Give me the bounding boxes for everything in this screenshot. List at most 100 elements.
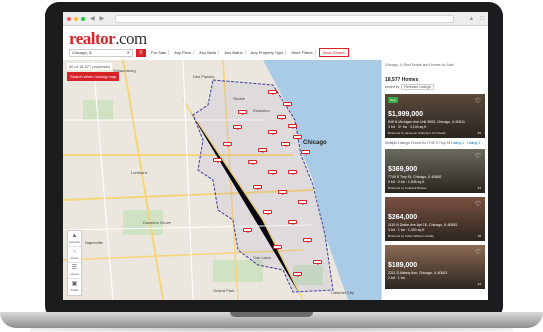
- listing-pin[interactable]: [213, 158, 222, 163]
- listing-pin[interactable]: [313, 260, 322, 265]
- laptop-notch: [230, 312, 313, 317]
- save-search-button[interactable]: Save Search: [318, 48, 350, 57]
- listing-pin[interactable]: [268, 90, 277, 95]
- listing-meta: 2 bd · 1 ba: [388, 276, 405, 280]
- listing-price: $264,000: [388, 214, 418, 221]
- listing-price: $1,999,000: [388, 111, 424, 118]
- filter-property-type[interactable]: Any Property Type: [249, 50, 287, 55]
- listing-pin[interactable]: [277, 115, 286, 120]
- listing-address: 7740 S Troy St, Chicago, IL 60652: [388, 175, 442, 179]
- clear-icon[interactable]: ✕: [127, 50, 130, 55]
- place-label: Evanston: [253, 108, 270, 113]
- heart-icon[interactable]: ♡: [475, 97, 481, 105]
- listing-address: 2211 S Albany Ave, Chicago, IL 60623: [388, 271, 448, 275]
- map-view[interactable]: 50 of 18,577 properties Search when movi…: [63, 60, 381, 300]
- place-label: Des Plaines: [193, 74, 215, 79]
- minimize-window-button[interactable]: [74, 16, 78, 21]
- realtor-logo[interactable]: realtor.com: [69, 30, 482, 47]
- place-label: Schaumburg: [113, 68, 136, 73]
- listing-meta: 4 bd · 2 ba · 1,545 sq ft: [388, 180, 425, 184]
- listing-card[interactable]: ♡ $369,900 7740 S Troy St, Chicago, IL 6…: [385, 149, 485, 193]
- place-label: Downers Grove: [143, 220, 171, 225]
- photo-count: 35: [477, 131, 481, 135]
- layers-icon: ☰: [71, 265, 78, 271]
- listing-pin[interactable]: [233, 125, 242, 130]
- place-label: Oak Lawn: [253, 255, 272, 260]
- listing-pin[interactable]: [283, 102, 292, 107]
- listing-meta: 3 bd · 3+ ba · 3,100 sq ft: [388, 125, 427, 129]
- place-label: Skokie: [233, 96, 246, 101]
- filter-beds[interactable]: Any Beds: [197, 50, 220, 55]
- forward-arrow-icon[interactable]: ▶: [100, 15, 105, 22]
- map-canvas: [63, 60, 381, 300]
- listing-pin[interactable]: [288, 170, 297, 175]
- listing-links[interactable]: Listing 1 · Listing 2: [451, 141, 480, 145]
- listing-card[interactable]: ♡ $264,000 1110 N Drake Ave Apt 1E, Chic…: [385, 197, 485, 241]
- school-icon: ▲: [71, 233, 78, 239]
- listing-pin[interactable]: [238, 110, 247, 115]
- laptop-screen: ◀ ▶ ▲ □ realtor.com Chicago, IL ✕ ⚲ For …: [63, 12, 488, 300]
- place-label: Lombard: [131, 170, 147, 175]
- draw-icon: ○: [72, 249, 77, 255]
- browser-chrome: ◀ ▶ ▲ □: [63, 12, 488, 26]
- listing-pin[interactable]: [268, 170, 277, 175]
- filter-for-sale[interactable]: For Sale: [149, 50, 170, 55]
- listings-panel: Chicago, IL Real Estate and Homes for Sa…: [381, 60, 488, 300]
- heart-icon[interactable]: ♡: [475, 248, 481, 256]
- breadcrumb[interactable]: Chicago, IL Real Estate and Homes for Sa…: [385, 63, 485, 67]
- listing-pin[interactable]: [288, 124, 297, 129]
- listing-pin[interactable]: [303, 238, 312, 243]
- listing-pin[interactable]: [293, 272, 302, 277]
- filter-bar: Chicago, IL ✕ ⚲ For Sale Any Price Any B…: [69, 48, 350, 57]
- multiple-listings-notice: Multiple Listings Found for 7740 S Troy …: [385, 141, 481, 145]
- map-tool-traffic[interactable]: ▣ Traffic: [68, 279, 81, 295]
- listing-pin[interactable]: [253, 185, 262, 190]
- filter-baths[interactable]: Any Baths: [222, 50, 246, 55]
- share-icon[interactable]: ▲: [468, 16, 474, 22]
- filter-price[interactable]: Any Price: [172, 50, 195, 55]
- listing-broker: Brokered by Keller Williams Realty: [388, 234, 435, 238]
- place-label: Calumet City: [331, 290, 354, 295]
- listing-pin[interactable]: [258, 148, 267, 153]
- city-label: Chicago: [303, 140, 327, 146]
- tabs-icon[interactable]: □: [480, 16, 484, 22]
- listing-address: 1110 N Drake Ave Apt 1E, Chicago, IL 606…: [388, 223, 458, 227]
- listing-pin[interactable]: [281, 142, 290, 147]
- location-search-input[interactable]: Chicago, IL ✕: [69, 48, 133, 57]
- listing-pin[interactable]: [298, 200, 307, 205]
- listing-card[interactable]: New ♡ $1,999,000 845 N Michigan Ave Unit…: [385, 94, 485, 138]
- listing-price: $189,000: [388, 262, 418, 269]
- close-window-button[interactable]: [67, 16, 71, 21]
- address-bar[interactable]: [115, 14, 455, 23]
- listing-pin[interactable]: [248, 160, 257, 165]
- listing-pin[interactable]: [263, 210, 272, 215]
- back-arrow-icon[interactable]: ◀: [90, 15, 95, 22]
- listing-broker: Brokered by Coldwell Banker: [388, 186, 427, 190]
- search-button[interactable]: ⚲: [136, 48, 146, 57]
- listing-pin[interactable]: [223, 142, 232, 147]
- sort-control: sorted by Relevant Listings: [385, 84, 485, 90]
- results-count-heading: 18,577 Homes: [385, 77, 419, 83]
- listing-pin[interactable]: [301, 150, 310, 155]
- listing-pin[interactable]: [243, 228, 252, 233]
- listing-pin[interactable]: [288, 220, 297, 225]
- listing-pin[interactable]: [293, 135, 302, 140]
- map-tool-layers[interactable]: ☰ Layers: [68, 263, 81, 279]
- listing-pin[interactable]: [278, 190, 287, 195]
- maximize-window-button[interactable]: [81, 16, 85, 21]
- heart-icon[interactable]: ♡: [475, 152, 481, 160]
- listing-pin[interactable]: [273, 245, 282, 250]
- search-when-moving-toggle[interactable]: Search when moving map: [67, 72, 120, 81]
- sort-dropdown[interactable]: Relevant Listings: [401, 84, 435, 90]
- new-badge: New: [388, 97, 399, 103]
- map-tool-draw[interactable]: ○ Draw: [68, 247, 81, 263]
- listing-address: 845 N Michigan Ave Unit 3905, Chicago, I…: [388, 120, 465, 124]
- filter-more[interactable]: More Filters: [289, 50, 316, 55]
- heart-icon[interactable]: ♡: [475, 200, 481, 208]
- listing-pin[interactable]: [268, 130, 277, 135]
- map-tool-schools[interactable]: ▲ Schools: [68, 231, 81, 247]
- listing-meta: 3 bd · 1 ba · 1,300 sq ft: [388, 228, 425, 232]
- listing-price: $369,900: [388, 166, 418, 173]
- place-label: Naperville: [85, 240, 103, 245]
- listing-card[interactable]: ♡ $189,000 2211 S Albany Ave, Chicago, I…: [385, 245, 485, 289]
